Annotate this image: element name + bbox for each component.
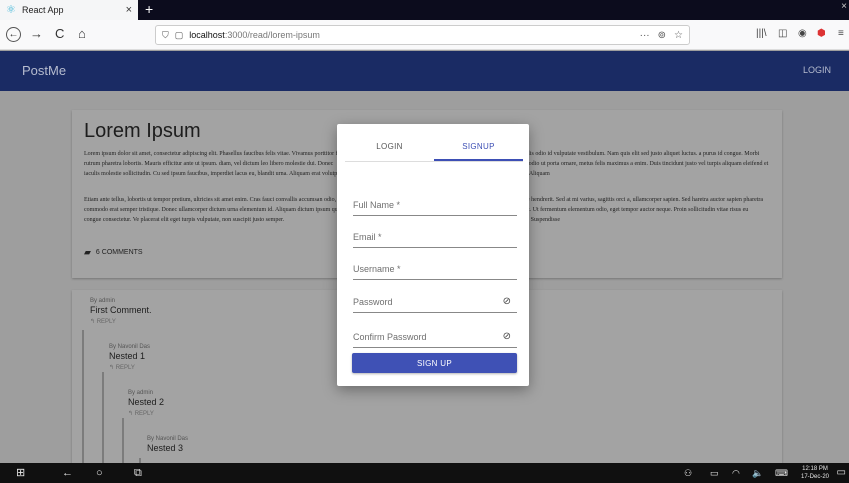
password-field[interactable]: ⊘ (353, 293, 517, 313)
comment-text: Nested 3 (147, 443, 184, 453)
comment-item: By Navonil Das Nested 3 (147, 436, 188, 453)
comment-author: By admin (128, 390, 154, 396)
full-name-input[interactable] (353, 196, 493, 214)
email-field[interactable] (353, 228, 517, 248)
reply-icon: ↰ (128, 411, 135, 417)
notifications-icon[interactable]: ▭ (837, 466, 846, 480)
username-input[interactable] (353, 260, 493, 278)
forward-button[interactable]: → (30, 26, 43, 42)
reply-button[interactable]: ↰ REPLY (109, 364, 150, 371)
comment-author: By admin (90, 298, 116, 304)
url-path: :3000/read/lorem-ipsum (224, 30, 320, 40)
comment-item: By Navonil Das Nested 1 ↰ REPLY (109, 344, 150, 371)
account-icon[interactable]: ◉ (798, 28, 807, 40)
library-icon[interactable]: |||\ (756, 28, 767, 40)
comment-text: First Comment. (90, 305, 152, 315)
extension-shield-icon[interactable]: ⬢ (817, 28, 826, 40)
window-close-button[interactable]: × (841, 1, 847, 12)
people-icon[interactable]: ⚇ (684, 466, 692, 480)
thread-line (102, 372, 104, 463)
email-input[interactable] (353, 228, 493, 246)
browser-tab[interactable]: ⚛ React App × (0, 0, 138, 20)
browser-tab-strip: ⚛ React App × + × (0, 0, 849, 20)
visibility-off-icon[interactable]: ⊘ (503, 296, 511, 307)
new-tab-button[interactable]: + (145, 1, 153, 17)
tab-login[interactable]: LOGIN (345, 132, 434, 161)
battery-icon[interactable]: ▭ (710, 466, 719, 480)
back-arrow-icon[interactable]: ← (62, 466, 73, 480)
reply-icon: ↰ (109, 365, 116, 371)
visibility-off-icon[interactable]: ⊘ (503, 331, 511, 342)
page-actions-icon[interactable]: ··· (640, 30, 650, 41)
brand-title[interactable]: PostMe (22, 63, 66, 78)
comment-author: By Navonil Das (109, 344, 151, 350)
thread-line (82, 330, 84, 463)
system-clock[interactable]: 12:18 PM 17-Dec-20 (801, 465, 829, 481)
wifi-icon[interactable]: ◠ (732, 466, 740, 480)
bookmark-star-icon[interactable]: ☆ (674, 30, 683, 41)
tab-close-icon[interactable]: × (126, 4, 132, 16)
volume-icon[interactable]: 🔈 (752, 466, 763, 480)
comment-text: Nested 1 (109, 351, 146, 361)
reply-icon: ↰ (90, 319, 97, 325)
search-circle-icon[interactable]: ○ (96, 466, 103, 480)
reply-button[interactable]: ↰ REPLY (90, 318, 152, 325)
clock-time: 12:18 PM (802, 466, 828, 472)
sign-up-button[interactable]: SIGN UP (352, 353, 517, 373)
username-field[interactable] (353, 260, 517, 280)
comment-text: Nested 2 (128, 397, 165, 407)
confirm-password-input[interactable] (353, 328, 493, 346)
keyboard-icon[interactable]: ⌨ (775, 466, 788, 480)
windows-start-icon[interactable]: ⊞ (16, 466, 25, 480)
react-icon: ⚛ (6, 3, 16, 16)
post-paragraph-1-left: Lorem ipsum dolor sit amet, consectetur … (84, 151, 346, 177)
confirm-password-field[interactable]: ⊘ (353, 328, 517, 348)
comment-item: By admin First Comment. ↰ REPLY (90, 298, 152, 325)
post-paragraph-1-right: que iaculis odio id vulputate vestibulum… (508, 151, 769, 177)
auth-tabs: LOGIN SIGNUP (345, 132, 523, 162)
tab-title: React App (22, 5, 64, 15)
post-paragraph-2-left: Etiam ante tellus, lobortis ut tempor pr… (84, 197, 344, 223)
menu-icon[interactable]: ≡ (838, 28, 844, 40)
app-bar: PostMe LOGIN (0, 51, 849, 91)
comment-icon: ▰ (84, 247, 91, 257)
reload-button[interactable]: C (55, 26, 64, 42)
home-button[interactable]: ⌂ (78, 26, 86, 42)
post-paragraph-2-right: elerisque hendrerit. Sed at mi varius, s… (508, 197, 764, 223)
os-taskbar: ⊞ ← ○ ⧉ ⚇ ▭ ◠ 🔈 ⌨ 12:18 PM 17-Dec-20 ▭ (0, 463, 849, 483)
shield-icon: ⛉ (162, 29, 169, 40)
back-button[interactable]: ← (6, 27, 21, 42)
login-button[interactable]: LOGIN (803, 65, 831, 75)
clock-date: 17-Dec-20 (800, 474, 829, 480)
full-name-field[interactable] (353, 196, 517, 216)
comments-count-label: 6 COMMENTS (95, 249, 143, 256)
comment-author: By Navonil Das (147, 436, 189, 442)
browser-nav-bar: ← → C ⌂ ⛉ ▢ localhost :3000/read/lorem-i… (0, 20, 849, 50)
thread-line (122, 418, 124, 463)
pocket-icon[interactable]: ⊚ (658, 30, 666, 41)
page-icon: ▢ (174, 29, 184, 40)
password-input[interactable] (353, 293, 493, 311)
reply-button[interactable]: ↰ REPLY (128, 410, 164, 417)
auth-modal: LOGIN SIGNUP ⊘ ⊘ SIGN UP (337, 124, 529, 386)
url-bar[interactable]: ⛉ ▢ localhost :3000/read/lorem-ipsum ···… (155, 25, 690, 45)
sidebar-icon[interactable]: ◫ (778, 28, 787, 40)
url-host: localhost (189, 30, 225, 40)
task-view-icon[interactable]: ⧉ (134, 466, 142, 480)
comment-item: By admin Nested 2 ↰ REPLY (128, 390, 164, 417)
tab-signup[interactable]: SIGNUP (434, 132, 523, 161)
